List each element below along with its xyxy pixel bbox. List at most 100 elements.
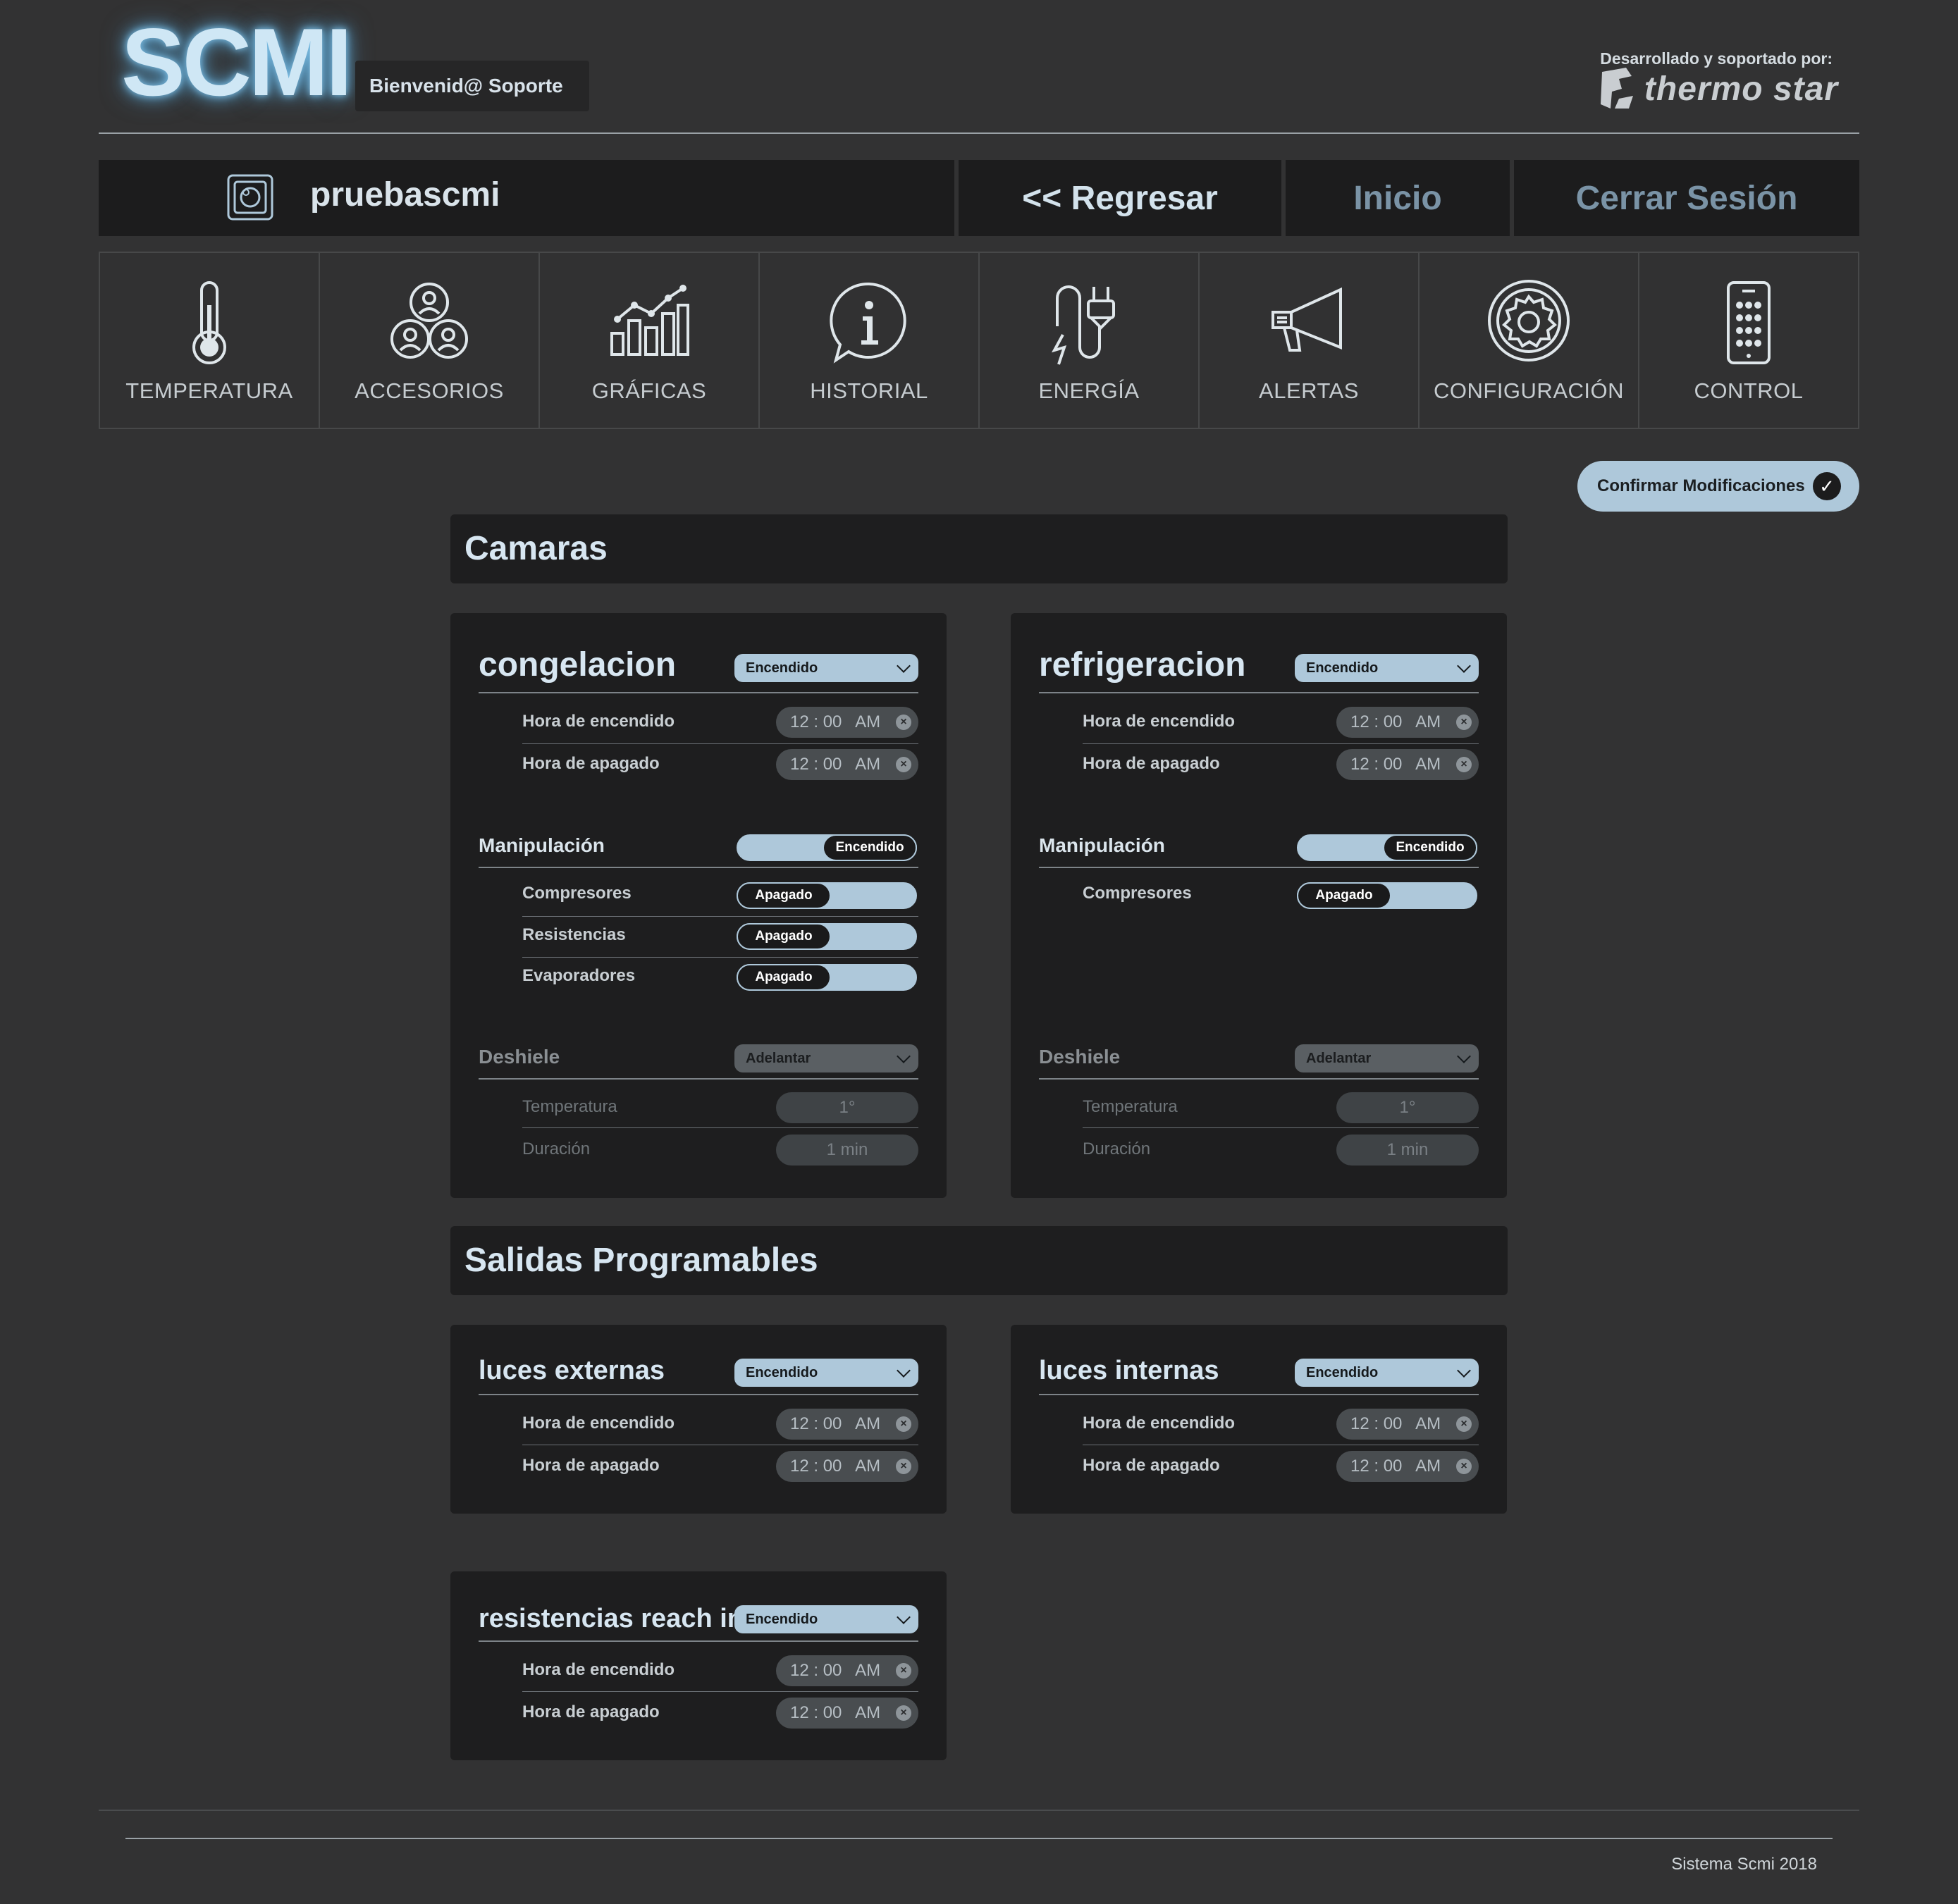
status-select-value: Encendido (746, 660, 818, 676)
compresores-toggle[interactable]: Apagado (737, 882, 917, 909)
off-time-input[interactable]: 12 : 00 AM × (776, 749, 918, 780)
chevron-down-icon (897, 1049, 911, 1063)
clear-icon[interactable]: × (896, 1459, 911, 1474)
nav-alertas[interactable]: ALERTAS (1198, 252, 1420, 429)
compresores-toggle[interactable]: Apagado (1297, 882, 1477, 909)
on-time-input[interactable]: 12 : 00 AM × (776, 1409, 918, 1440)
nav-control[interactable]: CONTROL (1638, 252, 1859, 429)
status-select[interactable]: Encendido (1295, 1359, 1479, 1387)
nav-configuracion[interactable]: CONFIGURACIÓN (1418, 252, 1639, 429)
status-select-value: Encendido (746, 1365, 818, 1380)
on-time-input[interactable]: 12 : 00 AM × (1336, 707, 1479, 738)
nav-graficas[interactable]: GRÁFICAS (538, 252, 760, 429)
temp-value: 1° (1336, 1092, 1479, 1123)
item-label: Resistencias (522, 925, 626, 944)
duration-label: Duración (522, 1139, 591, 1158)
section-camaras: Camaras (450, 514, 1508, 583)
divider (522, 957, 918, 958)
divider (1039, 1394, 1479, 1395)
divider (479, 1394, 918, 1395)
back-button[interactable]: << Regresar (959, 160, 1281, 236)
defrost-select[interactable]: Adelantar (1295, 1044, 1479, 1072)
off-time-label: Hora de apagado (522, 754, 660, 773)
divider (1039, 1078, 1479, 1080)
status-select[interactable]: Encendido (1295, 654, 1479, 682)
nav-label: HISTORIAL (810, 378, 928, 403)
toggle-state: Encendido (1383, 834, 1477, 861)
on-time-value: 12 : 00 AM (1350, 712, 1441, 731)
remote-control-icon (1727, 281, 1771, 364)
off-time-label: Hora de apagado (1083, 1456, 1220, 1475)
status-select[interactable]: Encendido (734, 654, 918, 682)
card-title: luces internas (1039, 1356, 1219, 1385)
off-time-label: Hora de apagado (522, 1456, 660, 1475)
welcome-badge: Bienvenid@ Soporte (355, 61, 589, 111)
evaporadores-toggle[interactable]: Apagado (737, 964, 917, 991)
off-time-input[interactable]: 12 : 00 AM × (1336, 749, 1479, 780)
divider (479, 692, 918, 693)
manipulation-toggle[interactable]: Encendido (1297, 834, 1477, 861)
clear-icon[interactable]: × (896, 715, 911, 730)
chevron-down-icon (1457, 1364, 1471, 1378)
temp-value: 1° (776, 1092, 918, 1123)
divider (479, 1640, 918, 1642)
divider (1039, 692, 1479, 693)
divider (1083, 743, 1479, 744)
on-time-input[interactable]: 12 : 00 AM × (1336, 1409, 1479, 1440)
status-select[interactable]: Encendido (734, 1359, 918, 1387)
on-time-label: Hora de encendido (1083, 1414, 1236, 1433)
item-label: Compresores (522, 884, 632, 903)
nav-historial[interactable]: HISTORIAL (758, 252, 980, 429)
nav-energia[interactable]: ENERGÍA (978, 252, 1200, 429)
clear-icon[interactable]: × (896, 1705, 911, 1721)
off-time-input[interactable]: 12 : 00 AM × (776, 1698, 918, 1729)
nav-accesorios[interactable]: ACCESORIOS (319, 252, 540, 429)
confirm-changes-button[interactable]: Confirmar Modificaciones ✓ (1577, 461, 1859, 512)
clear-icon[interactable]: × (1456, 757, 1472, 772)
output-card-resistencias-reach-in: resistencias reach in Encendido Hora de … (450, 1571, 947, 1760)
on-time-label: Hora de encendido (522, 712, 675, 731)
clear-icon[interactable]: × (896, 1416, 911, 1432)
thermo-star-logo-icon (1600, 68, 1633, 109)
defrost-select[interactable]: Adelantar (734, 1044, 918, 1072)
divider (1083, 1127, 1479, 1128)
chevron-down-icon (897, 1610, 911, 1624)
on-time-label: Hora de encendido (522, 1414, 675, 1433)
divider (1039, 867, 1479, 868)
nav-label: ALERTAS (1259, 378, 1359, 403)
people-group-icon (390, 283, 468, 359)
duration-value: 1 min (1336, 1135, 1479, 1166)
on-time-value: 12 : 00 AM (790, 1414, 881, 1433)
clear-icon[interactable]: × (1456, 1459, 1472, 1474)
logout-button[interactable]: Cerrar Sesión (1514, 160, 1859, 236)
on-time-label: Hora de encendido (1083, 712, 1236, 731)
clear-icon[interactable]: × (1456, 1416, 1472, 1432)
clear-icon[interactable]: × (1456, 715, 1472, 730)
card-title: refrigeracion (1039, 646, 1246, 684)
on-time-input[interactable]: 12 : 00 AM × (776, 707, 918, 738)
info-bubble-icon (830, 282, 906, 364)
clear-icon[interactable]: × (896, 757, 911, 772)
temp-label: Temperatura (522, 1097, 617, 1116)
status-select[interactable]: Encendido (734, 1605, 918, 1633)
divider (522, 743, 918, 744)
power-plug-icon (1051, 285, 1115, 365)
off-time-input[interactable]: 12 : 00 AM × (776, 1451, 918, 1482)
manipulation-label: Manipulación (479, 834, 605, 856)
toggle-state: Apagado (737, 923, 831, 950)
manipulation-toggle[interactable]: Encendido (737, 834, 917, 861)
nav-label: TEMPERATURA (125, 378, 293, 403)
nav-label: GRÁFICAS (591, 378, 707, 403)
nav-temperatura[interactable]: TEMPERATURA (99, 252, 320, 429)
temp-label: Temperatura (1083, 1097, 1178, 1116)
toggle-state: Apagado (737, 882, 831, 909)
footer-text: Sistema Scmi 2018 (1671, 1855, 1817, 1874)
resistencias-toggle[interactable]: Apagado (737, 923, 917, 950)
clear-icon[interactable]: × (896, 1663, 911, 1679)
output-card-luces-internas: luces internas Encendido Hora de encendi… (1011, 1325, 1507, 1514)
footer-divider (125, 1838, 1833, 1839)
camera-card-refrigeracion: refrigeracion Encendido Hora de encendid… (1011, 613, 1507, 1198)
on-time-input[interactable]: 12 : 00 AM × (776, 1655, 918, 1686)
off-time-input[interactable]: 12 : 00 AM × (1336, 1451, 1479, 1482)
home-button[interactable]: Inicio (1286, 160, 1510, 236)
